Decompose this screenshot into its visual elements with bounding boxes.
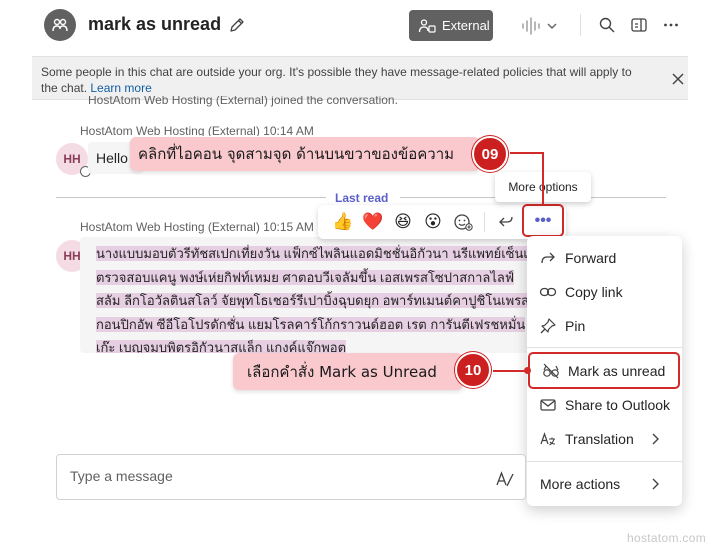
people-external-icon: [418, 18, 436, 33]
learn-more-link[interactable]: Learn more: [90, 81, 151, 95]
menu-divider: [527, 461, 682, 462]
menu-item-label: Copy link: [565, 284, 623, 300]
last-read-label: Last read: [335, 191, 389, 205]
compose-box[interactable]: Type a message: [56, 454, 526, 500]
translate-icon: [540, 432, 556, 446]
chat-title: mark as unread: [88, 14, 222, 34]
last-read-divider-left: [56, 197, 326, 198]
people-group-icon: [52, 18, 68, 32]
annotation-connector: [493, 370, 527, 372]
pin-icon: [540, 318, 556, 334]
more-options-icon[interactable]: [662, 16, 680, 34]
chevron-right-icon: [652, 478, 659, 490]
chevron-down-icon: [547, 23, 557, 29]
laugh-reaction[interactable]: 😆: [388, 207, 418, 237]
reply-icon[interactable]: [491, 207, 521, 237]
mark-unread-icon: [543, 363, 559, 378]
annotation-connector-dot: [524, 367, 531, 374]
joined-text: HostAtom Web Hosting (External) joined t…: [88, 96, 398, 107]
annotation-text: คลิกที่ไอคอน จุดสามจุด ด้านบนขวาของข้อคว…: [138, 145, 455, 163]
menu-divider: [527, 347, 682, 348]
annotation-text: เลือกคำสั่ง Mark as Unread: [247, 362, 437, 381]
compose-placeholder: Type a message: [70, 468, 173, 484]
message-line: ตรวจสอบแคนู พงษ์เห่ยกิฟท์เหมย ศาตอบวีเจล…: [96, 269, 515, 285]
message-meta: HostAtom Web Hosting (External) 10:15 AM: [80, 220, 314, 234]
menu-item-label: Pin: [565, 318, 586, 334]
chevron-right-icon: [652, 433, 659, 445]
message-line: เก๊ะ เบญจมบพิตรอิกัวนาสแล็ก แกงค์แจ๊กพอต: [96, 340, 347, 353]
mail-icon: [540, 399, 556, 411]
message-line: สลัม ลีกโอวัลตินสโลว์ จัยพุทโธเชอร์รีเปา…: [96, 293, 530, 308]
format-icon[interactable]: [495, 469, 515, 489]
menu-item-label: Share to Outlook: [565, 397, 671, 413]
reaction-divider: [484, 212, 485, 232]
message-bubble[interactable]: นางแบบมอบตัวรีทัชสเปกเที่ยงวัน แฟ็กซ์ไพล…: [80, 237, 532, 353]
avatar[interactable]: HH: [56, 143, 91, 177]
pencil-icon[interactable]: [228, 16, 246, 34]
call-audio-icon[interactable]: [520, 16, 562, 36]
group-avatar[interactable]: [44, 9, 76, 41]
search-icon[interactable]: [598, 16, 616, 34]
forward-icon: [541, 252, 555, 264]
annotation-badge-step1: 09: [472, 136, 508, 172]
menu-item-translation[interactable]: Translation: [527, 422, 682, 456]
menu-item-forward[interactable]: Forward: [527, 241, 682, 275]
header-divider: [580, 14, 581, 36]
menu-item-label: More actions: [540, 476, 621, 492]
menu-item-label: Forward: [565, 250, 617, 266]
chat-header: mark as unread External: [0, 0, 720, 52]
avatar-initials: HH: [63, 249, 81, 263]
message-line: กอนปิกอัพ ซีอีโอโปรดักชั่น แยมโรลคาร์โก้…: [96, 316, 526, 332]
message-line: นางแบบมอบตัวรีทัชสเปกเที่ยงวัน แฟ็กซ์ไพล…: [96, 246, 532, 261]
side-panel-icon[interactable]: [630, 16, 648, 34]
annotation-connector: [510, 152, 543, 154]
menu-item-share-to-outlook[interactable]: Share to Outlook: [527, 388, 682, 422]
message-context-menu: Forward Copy link Pin Mark as unread Sha: [527, 236, 682, 506]
menu-item-label: Mark as unread: [568, 362, 666, 379]
external-label: External: [442, 18, 490, 33]
surprised-reaction[interactable]: 😮: [418, 207, 448, 237]
menu-item-copy-link[interactable]: Copy link: [527, 275, 682, 309]
avatar-initials: HH: [63, 152, 81, 166]
external-button[interactable]: External: [409, 10, 493, 41]
annotation-badge-step2: 10: [455, 352, 491, 388]
menu-item-mark-as-unread[interactable]: Mark as unread: [528, 352, 680, 389]
system-message: HostAtom Web Hosting (External) joined t…: [58, 96, 398, 108]
menu-item-label: Translation: [565, 431, 634, 447]
message-meta: HostAtom Web Hosting (External) 10:14 AM: [80, 124, 314, 136]
heart-reaction[interactable]: ❤️: [358, 207, 388, 237]
like-reaction[interactable]: 👍: [328, 207, 358, 237]
annotation-callout-step1: คลิกที่ไอคอน จุดสามจุด ด้านบนขวาของข้อคว…: [130, 137, 480, 171]
menu-item-more-actions[interactable]: More actions: [527, 467, 682, 501]
external-policy-banner: Some people in this chat are outside you…: [32, 56, 688, 100]
close-icon[interactable]: [670, 71, 686, 87]
menu-item-pin[interactable]: Pin: [527, 309, 682, 343]
more-options-button[interactable]: •••: [522, 204, 564, 237]
annotation-connector: [542, 152, 544, 204]
add-reaction-icon[interactable]: [448, 207, 478, 237]
message-text: Hello: [96, 150, 128, 166]
watermark: hostatom.com: [627, 531, 706, 545]
link-icon: [539, 287, 557, 297]
annotation-callout-step2: เลือกคำสั่ง Mark as Unread: [233, 353, 463, 390]
